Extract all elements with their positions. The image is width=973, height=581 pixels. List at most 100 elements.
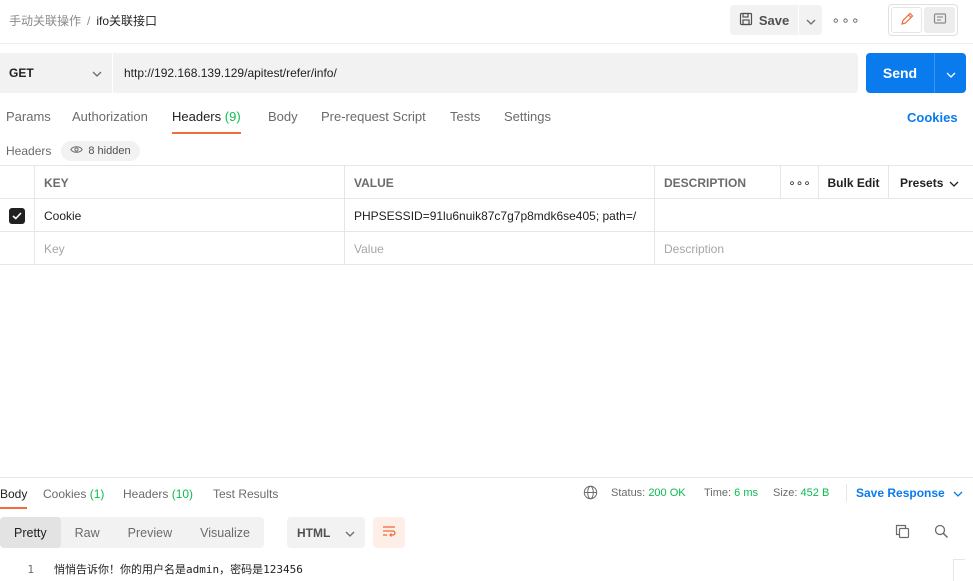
response-tab-cookies[interactable]: Cookies (1) bbox=[43, 487, 104, 501]
table-more-button[interactable]: ∘∘∘ bbox=[781, 166, 819, 199]
headers-table: KEY VALUE DESCRIPTION ∘∘∘ Bulk Edit Pres… bbox=[0, 165, 973, 265]
globe-icon[interactable] bbox=[583, 485, 598, 503]
tab-settings[interactable]: Settings bbox=[504, 109, 551, 134]
chevron-down-icon bbox=[946, 66, 956, 81]
new-key-input[interactable]: Key bbox=[35, 232, 345, 265]
column-description: DESCRIPTION bbox=[655, 166, 781, 199]
send-options-button[interactable] bbox=[934, 53, 966, 93]
row-value[interactable]: PHPSESSID=91lu6nuik87c7g7p8mdk6se405; pa… bbox=[345, 199, 655, 232]
time-label: Time: bbox=[704, 487, 732, 499]
breadcrumb: 手动关联操作 / ifo关联接口 bbox=[9, 12, 157, 29]
row-checkbox[interactable] bbox=[9, 207, 25, 224]
response-tab-body[interactable]: Body bbox=[0, 487, 28, 509]
new-value-input[interactable]: Value bbox=[345, 232, 655, 265]
edit-icon bbox=[900, 12, 914, 29]
line-text[interactable]: 悄悄告诉你！你的用户名是admin，密码是123456 bbox=[34, 561, 303, 577]
tab-label: Headers bbox=[172, 109, 222, 124]
size-value: 452 B bbox=[800, 487, 830, 499]
request-name[interactable]: ifo关联接口 bbox=[96, 12, 157, 29]
tab-label: Params bbox=[6, 109, 51, 124]
send-button[interactable]: Send bbox=[866, 53, 934, 93]
language-label: HTML bbox=[297, 525, 331, 540]
format-tab-raw[interactable]: Raw bbox=[61, 517, 114, 548]
comments-mode-button[interactable] bbox=[924, 7, 955, 33]
save-group: Save bbox=[730, 5, 822, 35]
comment-icon bbox=[933, 12, 947, 29]
search-button[interactable] bbox=[931, 523, 951, 543]
presets-dropdown[interactable]: Presets bbox=[889, 166, 973, 199]
presets-label: Presets bbox=[900, 175, 944, 190]
new-description-input[interactable]: Description bbox=[655, 232, 973, 265]
tab-label: Tests bbox=[450, 109, 481, 124]
language-select[interactable]: HTML bbox=[287, 517, 365, 548]
row-key[interactable]: Cookie bbox=[35, 199, 345, 232]
eye-icon bbox=[70, 145, 84, 157]
table-header-row: KEY VALUE DESCRIPTION ∘∘∘ Bulk Edit Pres… bbox=[0, 166, 973, 199]
tab-body[interactable]: Body bbox=[268, 109, 298, 134]
tab-label: Test Results bbox=[213, 487, 279, 501]
code-line: 1 悄悄告诉你！你的用户名是admin，密码是123456 bbox=[0, 559, 303, 579]
search-icon bbox=[934, 524, 949, 542]
format-tabs: Pretty Raw Preview Visualize bbox=[0, 517, 264, 548]
format-tab-visualize[interactable]: Visualize bbox=[186, 517, 264, 548]
tab-headers[interactable]: Headers (9) bbox=[172, 109, 241, 134]
chevron-down-icon bbox=[345, 526, 355, 540]
wrap-lines-icon bbox=[381, 524, 397, 541]
request-tabs: Params Authorization Headers (9) Body Pr… bbox=[0, 108, 973, 134]
hidden-headers-toggle[interactable]: 8 hidden bbox=[61, 141, 140, 161]
request-bar: GET bbox=[0, 53, 858, 93]
tab-params[interactable]: Params bbox=[6, 109, 51, 134]
send-group: Send bbox=[866, 53, 966, 93]
breadcrumb-separator: / bbox=[87, 13, 91, 28]
bulk-edit-button[interactable]: Bulk Edit bbox=[819, 166, 889, 199]
row-description[interactable] bbox=[655, 199, 973, 232]
tab-label: Body bbox=[268, 109, 298, 124]
cookies-link[interactable]: Cookies bbox=[907, 110, 958, 125]
scrollbar[interactable] bbox=[953, 559, 965, 581]
wrap-lines-button[interactable] bbox=[373, 517, 405, 548]
tab-label: Body bbox=[0, 487, 28, 501]
save-options-button[interactable] bbox=[798, 5, 822, 35]
edit-mode-button[interactable] bbox=[891, 7, 923, 33]
tab-label: Cookies bbox=[43, 487, 87, 501]
copy-button[interactable] bbox=[892, 523, 912, 543]
save-label: Save bbox=[758, 12, 790, 28]
method-label: GET bbox=[9, 66, 34, 80]
chevron-down-icon bbox=[953, 486, 963, 500]
url-input[interactable] bbox=[113, 53, 858, 93]
time-value: 6 ms bbox=[734, 487, 758, 499]
chevron-down-icon bbox=[806, 13, 816, 28]
tab-pre-request-script[interactable]: Pre-request Script bbox=[321, 109, 426, 134]
column-value: VALUE bbox=[345, 166, 655, 199]
save-response-button[interactable]: Save Response bbox=[846, 484, 963, 502]
tab-label: Authorization bbox=[72, 109, 148, 124]
save-button[interactable]: Save bbox=[730, 5, 798, 35]
status-value: 200 OK bbox=[648, 487, 686, 499]
headers-subheader: Headers 8 hidden bbox=[6, 141, 140, 161]
tab-count: (9) bbox=[224, 109, 241, 124]
size-label: Size: bbox=[773, 487, 798, 499]
tab-count: (1) bbox=[89, 487, 105, 501]
size-readout[interactable]: Size: 452 B bbox=[773, 487, 829, 499]
row-checkbox-cell bbox=[0, 199, 35, 232]
copy-icon bbox=[895, 524, 910, 542]
top-bar: 手动关联操作 / ifo关联接口 Save ∘∘∘ bbox=[0, 0, 973, 44]
breadcrumb-collection[interactable]: 手动关联操作 bbox=[9, 12, 81, 29]
tab-tests[interactable]: Tests bbox=[450, 109, 480, 134]
more-actions-button[interactable]: ∘∘∘ bbox=[831, 8, 860, 32]
status-readout[interactable]: Status: 200 OK bbox=[611, 487, 686, 499]
time-readout[interactable]: Time: 6 ms bbox=[704, 487, 758, 499]
table-row: Cookie PHPSESSID=91lu6nuik87c7g7p8mdk6se… bbox=[0, 199, 973, 232]
response-tab-headers[interactable]: Headers (10) bbox=[123, 487, 193, 501]
view-mode-toggle bbox=[888, 4, 958, 36]
format-tab-pretty[interactable]: Pretty bbox=[0, 517, 61, 548]
check-icon bbox=[12, 209, 22, 223]
column-key: KEY bbox=[35, 166, 345, 199]
tab-label: Pre-request Script bbox=[321, 109, 426, 124]
response-tab-test-results[interactable]: Test Results bbox=[213, 487, 278, 501]
table-row-new: Key Value Description bbox=[0, 232, 973, 265]
tab-authorization[interactable]: Authorization bbox=[72, 109, 148, 134]
format-bar: Pretty Raw Preview Visualize bbox=[0, 517, 264, 548]
format-tab-preview[interactable]: Preview bbox=[114, 517, 186, 548]
method-select[interactable]: GET bbox=[0, 53, 113, 93]
